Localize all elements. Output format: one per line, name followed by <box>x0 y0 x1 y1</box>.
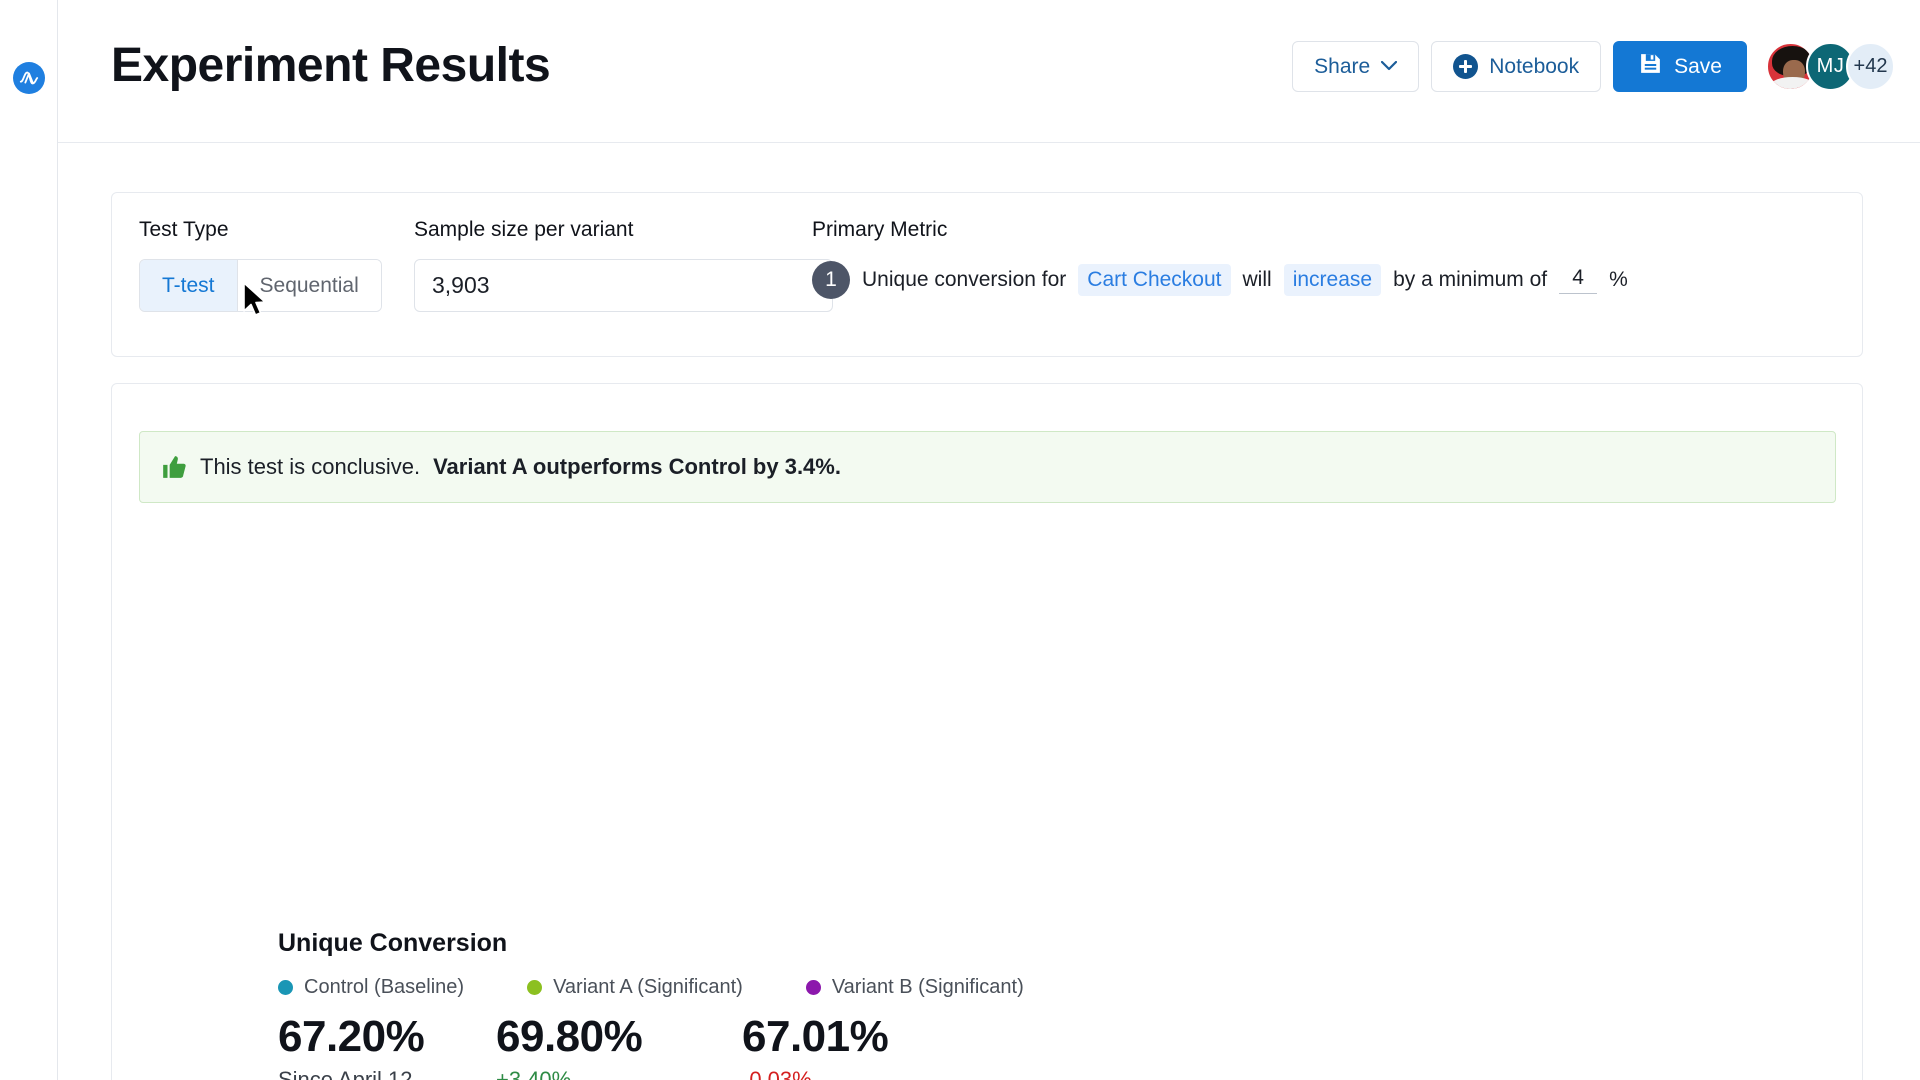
primary-metric-control: Primary Metric 1 Unique conversion for C… <box>812 218 1628 299</box>
metric-event-pill[interactable]: Cart Checkout <box>1078 264 1231 296</box>
metric-direction-pill[interactable]: increase <box>1283 264 1382 296</box>
page-title: Experiment Results <box>111 39 551 92</box>
test-type-option-ttest[interactable]: T-test <box>140 260 238 311</box>
header-actions: Share Notebook Save MJ +42 <box>1292 41 1895 92</box>
app-root: Experiment Results Share Notebook Save M… <box>0 0 1920 1080</box>
conclusion-banner: This test is conclusive. Variant A outpe… <box>139 431 1836 503</box>
legend-item-variant-a[interactable]: Variant A (Significant) <box>527 976 743 999</box>
stat-sub: -0.03% <box>742 1067 812 1080</box>
amplitude-logo-icon[interactable] <box>13 62 45 94</box>
metric-threshold-input[interactable] <box>1559 266 1598 294</box>
legend-dot-variant-a <box>527 980 543 995</box>
legend-dot-control <box>278 980 293 995</box>
legend-dot-variant-b <box>805 980 821 995</box>
stat-variant-a: 69.80% +3.40% <box>496 1012 742 1080</box>
share-button[interactable]: Share <box>1292 41 1420 92</box>
chart-title: Unique Conversion <box>278 929 508 957</box>
save-label: Save <box>1674 54 1722 78</box>
share-label: Share <box>1314 54 1371 78</box>
save-button[interactable]: Save <box>1613 41 1747 92</box>
sample-size-input[interactable] <box>414 259 833 312</box>
metric-prefix-text: Unique conversion for <box>862 268 1067 291</box>
metric-number-badge: 1 <box>812 261 850 299</box>
avatar-overflow-badge[interactable]: +42 <box>1846 42 1895 91</box>
stat-control: 67.20% Since April 12 <box>278 1012 496 1080</box>
stat-group: 67.20% Since April 12 69.80% +3.40% 67.0… <box>278 1012 960 1080</box>
legend-label-variant-b: Variant B (Significant) <box>831 976 1024 998</box>
primary-metric-row: 1 Unique conversion for Cart Checkout wi… <box>812 261 1628 299</box>
stat-sub: Since April 12 <box>278 1067 413 1080</box>
stat-value: 67.01% <box>742 1012 889 1061</box>
legend-label-variant-a: Variant A (Significant) <box>553 976 743 998</box>
metric-unit-text: % <box>1609 268 1628 291</box>
banner-text-normal: This test is conclusive. <box>200 454 421 479</box>
stat-value: 67.20% <box>278 1012 425 1061</box>
notebook-button[interactable]: Notebook <box>1431 41 1602 92</box>
mouse-cursor <box>242 282 272 318</box>
results-card: This test is conclusive. Variant A outpe… <box>111 383 1863 1080</box>
test-type-label: Test Type <box>139 218 229 241</box>
left-rail <box>0 0 58 1080</box>
plus-circle-icon <box>1453 54 1479 79</box>
chart-legend: Control (Baseline) Variant A (Significan… <box>278 976 1024 999</box>
legend-label-control: Control (Baseline) <box>304 976 465 998</box>
stat-variant-b: 67.01% -0.03% <box>742 1012 960 1080</box>
banner-text-bold: Variant A outperforms Control by 3.4%. <box>433 454 841 479</box>
main-area: Experiment Results Share Notebook Save M… <box>58 0 1920 1080</box>
page-header: Experiment Results Share Notebook Save M… <box>58 0 1920 143</box>
avatar-group: MJ +42 <box>1766 42 1895 91</box>
sample-size-label: Sample size per variant <box>414 218 634 241</box>
chevron-down-icon <box>1381 58 1398 75</box>
controls-card: Test Type T-test Sequential Sample size … <box>111 192 1863 357</box>
stat-sub: +3.40% <box>496 1067 572 1080</box>
legend-item-variant-b[interactable]: Variant B (Significant) <box>805 976 1024 999</box>
stat-value: 69.80% <box>496 1012 643 1061</box>
primary-metric-label: Primary Metric <box>812 218 948 241</box>
metric-will-text: will <box>1242 268 1272 291</box>
floppy-disk-icon <box>1638 51 1663 82</box>
sample-size-control: Sample size per variant <box>414 218 833 312</box>
notebook-label: Notebook <box>1489 54 1580 78</box>
metric-minimum-text: by a minimum of <box>1393 268 1548 291</box>
thumbs-up-icon <box>161 454 187 480</box>
legend-item-control[interactable]: Control (Baseline) <box>278 976 464 999</box>
